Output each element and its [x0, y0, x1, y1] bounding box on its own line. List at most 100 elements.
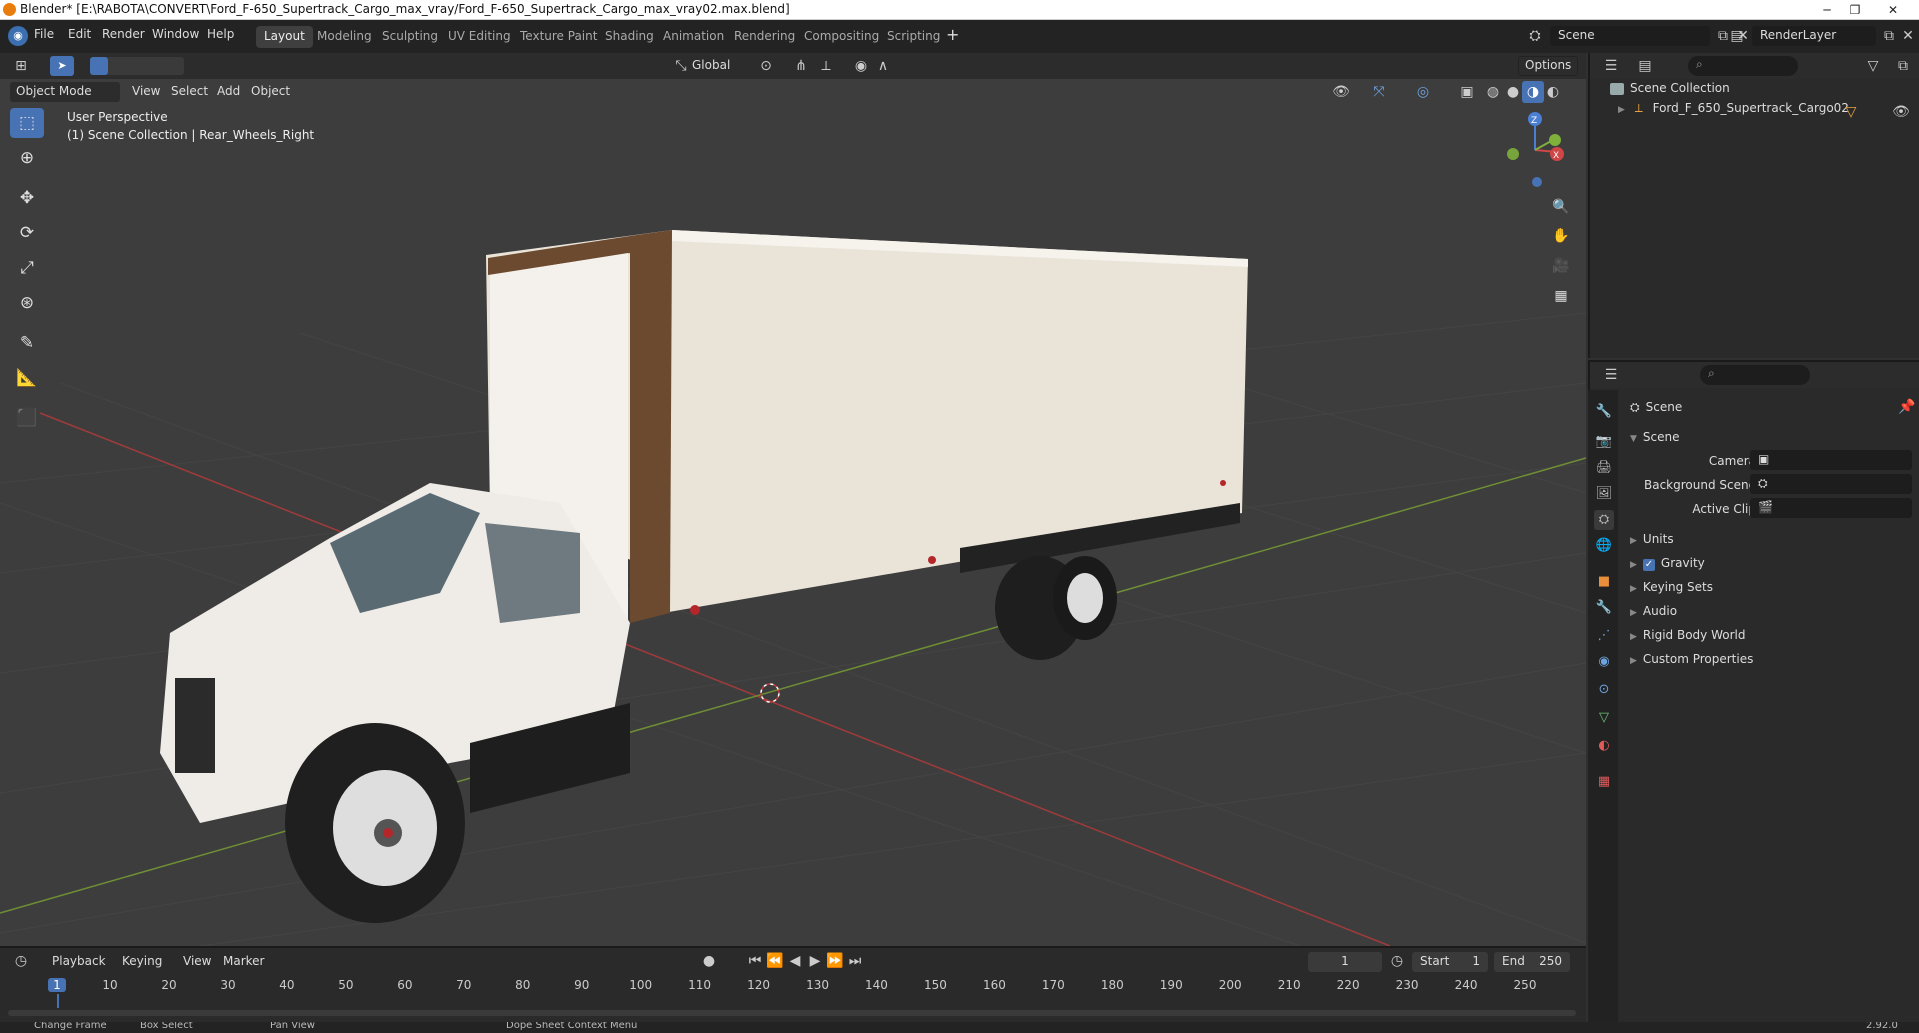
- header-menu-view[interactable]: View: [132, 84, 160, 98]
- delete-renderlayer-icon[interactable]: ✕: [1897, 25, 1919, 47]
- audio-section[interactable]: ▶ Audio: [1630, 604, 1677, 618]
- eye-icon[interactable]: 👁: [1890, 101, 1912, 123]
- visibility-icon[interactable]: 👁: [1330, 81, 1352, 103]
- move-tool-icon[interactable]: ✥: [10, 183, 44, 213]
- tab-uv-editing[interactable]: UV Editing: [440, 26, 519, 48]
- tab-scripting[interactable]: Scripting: [879, 26, 948, 48]
- output-tab-icon[interactable]: 🖨: [1594, 458, 1614, 478]
- blender-menu-icon[interactable]: ◉: [8, 26, 28, 46]
- outliner-item-row[interactable]: ▶ ⟂ Ford_F_650_Supertrack_Cargo02: [1618, 101, 1918, 121]
- modifier-tab-icon[interactable]: 🔧: [1594, 598, 1614, 618]
- gravity-checkbox[interactable]: ✓: [1642, 559, 1655, 571]
- camera-view-icon[interactable]: 🎥: [1548, 253, 1574, 279]
- select-box-tool-icon[interactable]: ⬚: [10, 108, 44, 138]
- snap-icon[interactable]: ⋔: [790, 55, 812, 77]
- solid-shading-icon[interactable]: ●: [1502, 81, 1524, 103]
- tab-animation[interactable]: Animation: [655, 26, 732, 48]
- properties-search-input[interactable]: ⌕: [1700, 365, 1810, 385]
- expand-arrow-icon[interactable]: ▶: [1618, 105, 1625, 115]
- scene-tab-icon[interactable]: ⛭: [1594, 510, 1614, 530]
- menu-help[interactable]: Help: [207, 27, 234, 41]
- material-tab-icon[interactable]: ◐: [1594, 736, 1614, 756]
- particles-tab-icon[interactable]: ⋰: [1594, 626, 1614, 646]
- menu-file[interactable]: File: [34, 27, 54, 41]
- select-new-icon[interactable]: [90, 57, 108, 75]
- tab-layout[interactable]: Layout: [256, 26, 313, 48]
- units-section[interactable]: ▶ Units: [1630, 532, 1674, 546]
- object-mode-dropdown[interactable]: Object Mode: [10, 82, 120, 102]
- view-layer-tab-icon[interactable]: 🖼: [1594, 484, 1614, 504]
- material-shading-icon[interactable]: ◑: [1522, 81, 1544, 103]
- object-tab-icon[interactable]: ■: [1594, 572, 1614, 592]
- active-clip-field[interactable]: 🎬: [1750, 498, 1912, 518]
- close-icon[interactable]: ✕: [1869, 0, 1917, 20]
- annotate-tool-icon[interactable]: ✎: [10, 328, 44, 358]
- rigid-body-world-section[interactable]: ▶ Rigid Body World: [1630, 628, 1745, 642]
- proportional-edit-icon[interactable]: ◉: [850, 55, 872, 77]
- overlay-icon[interactable]: ◎: [1412, 81, 1434, 103]
- selection-mode-group[interactable]: [90, 57, 184, 75]
- zoom-icon[interactable]: 🔍: [1548, 194, 1574, 220]
- menu-render[interactable]: Render: [102, 27, 145, 41]
- minimize-icon[interactable]: ─: [1813, 0, 1841, 20]
- gravity-section[interactable]: ▶ ✓ Gravity: [1630, 556, 1705, 571]
- renderlayer-field[interactable]: RenderLayer: [1752, 26, 1876, 46]
- outliner-editor-icon[interactable]: ☰: [1600, 55, 1622, 77]
- tab-sculpting[interactable]: Sculpting: [374, 26, 446, 48]
- transform-tool-icon[interactable]: ⊛: [10, 288, 44, 318]
- menu-edit[interactable]: Edit: [68, 27, 91, 41]
- tool-tab-icon[interactable]: 🔧: [1594, 402, 1614, 422]
- menu-window[interactable]: Window: [152, 27, 199, 41]
- playhead[interactable]: 1: [48, 978, 66, 992]
- add-cube-tool-icon[interactable]: ⬛: [10, 403, 44, 433]
- measure-tool-icon[interactable]: 📐: [10, 363, 44, 393]
- snap-target-icon[interactable]: ⟂: [815, 55, 837, 77]
- options-dropdown[interactable]: Options: [1518, 56, 1579, 76]
- gizmo-icon[interactable]: ⤧: [1368, 81, 1390, 103]
- display-mode-icon[interactable]: ▤: [1634, 55, 1656, 77]
- properties-editor-icon[interactable]: ☰: [1600, 364, 1622, 386]
- renderlayer-icon[interactable]: ▤: [1726, 25, 1748, 47]
- new-collection-icon[interactable]: ⧉: [1892, 55, 1914, 77]
- orientation-icon[interactable]: ⤡: [670, 55, 692, 77]
- pivot-icon[interactable]: ⊙: [755, 55, 777, 77]
- timeline-scrollbar[interactable]: [8, 1010, 1576, 1016]
- outliner-root-row[interactable]: Scene Collection: [1610, 81, 1910, 101]
- tab-shading[interactable]: Shading: [597, 26, 662, 48]
- ortho-grid-icon[interactable]: ▦: [1548, 283, 1574, 309]
- scene-field[interactable]: Scene: [1550, 26, 1710, 46]
- header-menu-select[interactable]: Select: [171, 84, 208, 98]
- physics-tab-icon[interactable]: ◉: [1594, 652, 1614, 672]
- tab-modeling[interactable]: Modeling: [309, 26, 380, 48]
- cursor-tool-icon[interactable]: ⊕: [10, 143, 44, 173]
- xray-icon[interactable]: ▣: [1456, 81, 1478, 103]
- wireframe-shading-icon[interactable]: ◍: [1482, 81, 1504, 103]
- editor-type-icon[interactable]: ⊞: [10, 55, 32, 77]
- tab-texture-paint[interactable]: Texture Paint: [512, 26, 605, 48]
- scene-icon[interactable]: ⛭: [1524, 25, 1546, 47]
- texture-tab-icon[interactable]: ▦: [1594, 772, 1614, 792]
- tab-compositing[interactable]: Compositing: [796, 26, 887, 48]
- add-workspace-icon[interactable]: +: [946, 25, 959, 44]
- scale-tool-icon[interactable]: ⤢: [10, 253, 44, 283]
- rotate-tool-icon[interactable]: ⟳: [10, 218, 44, 248]
- rendered-shading-icon[interactable]: ◐: [1542, 81, 1564, 103]
- transform-orientation-dropdown[interactable]: Global: [692, 58, 730, 72]
- 3d-viewport[interactable]: [0, 53, 1586, 946]
- keying-sets-section[interactable]: ▶ Keying Sets: [1630, 580, 1713, 594]
- pan-hand-icon[interactable]: ✋: [1548, 223, 1574, 249]
- modifier-icon[interactable]: ▽: [1840, 101, 1862, 123]
- constraints-tab-icon[interactable]: ⊙: [1594, 680, 1614, 700]
- outliner-search-input[interactable]: ⌕: [1688, 56, 1798, 76]
- render-tab-icon[interactable]: 📷: [1594, 432, 1614, 452]
- header-menu-add[interactable]: Add: [217, 84, 240, 98]
- data-tab-icon[interactable]: ▽: [1594, 708, 1614, 728]
- background-scene-field[interactable]: ⛭: [1750, 474, 1912, 494]
- filter-icon[interactable]: ▽: [1862, 55, 1884, 77]
- world-tab-icon[interactable]: 🌐: [1594, 536, 1614, 556]
- select-tool-icon[interactable]: ➤: [50, 56, 74, 76]
- falloff-icon[interactable]: ∧: [872, 55, 894, 77]
- pin-icon[interactable]: 📌: [1896, 396, 1918, 418]
- custom-properties-section[interactable]: ▶ Custom Properties: [1630, 652, 1753, 666]
- restore-icon[interactable]: ❐: [1841, 0, 1869, 20]
